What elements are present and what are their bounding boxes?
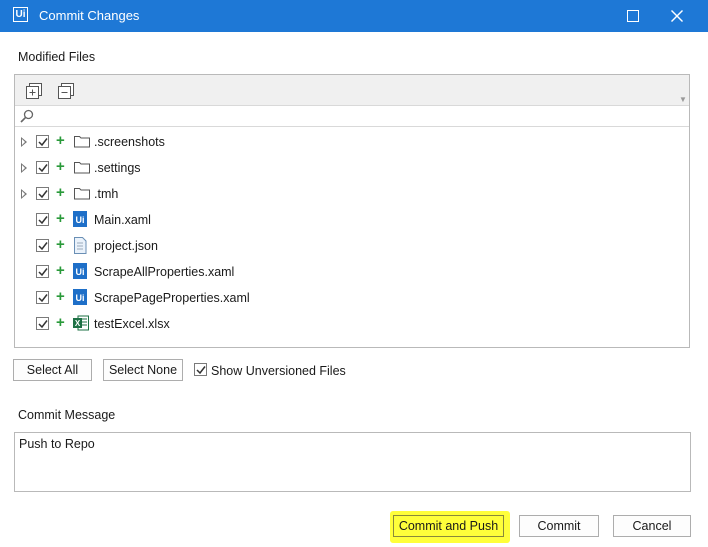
uipath-file-icon: Ui	[73, 211, 91, 229]
modified-files-panel: ▼ + .screenshots + .settings + .tmh + Ui Main.xa…	[14, 74, 690, 348]
files-toolbar: ▼	[15, 75, 689, 105]
added-plus-icon: +	[56, 132, 65, 149]
file-row[interactable]: + Ui ScrapeAllProperties.xaml	[15, 259, 689, 285]
file-row[interactable]: + .tmh	[15, 181, 689, 207]
title-bar: Ui Commit Changes	[0, 0, 708, 32]
select-none-button[interactable]: Select None	[103, 359, 183, 381]
commit-message-input[interactable]: Push to Repo	[14, 432, 691, 492]
file-row[interactable]: + project.json	[15, 233, 689, 259]
svg-text:Ui: Ui	[76, 215, 85, 225]
uipath-file-icon: Ui	[73, 289, 91, 307]
close-icon	[671, 10, 683, 22]
toolbar-overflow-icon[interactable]: ▼	[679, 95, 687, 104]
expand-arrow-icon[interactable]	[21, 137, 27, 147]
added-plus-icon: +	[56, 210, 65, 227]
file-checkbox[interactable]	[36, 291, 49, 304]
file-row[interactable]: + Ui ScrapePageProperties.xaml	[15, 285, 689, 311]
excel-file-icon: X	[73, 315, 91, 333]
svg-text:X: X	[75, 319, 81, 328]
file-checkbox[interactable]	[36, 265, 49, 278]
file-checkbox[interactable]	[36, 317, 49, 330]
file-name: project.json	[94, 239, 158, 253]
file-name: .tmh	[94, 187, 119, 201]
file-checkbox[interactable]	[36, 239, 49, 252]
search-row	[15, 105, 689, 127]
search-input[interactable]	[39, 107, 683, 127]
file-checkbox[interactable]	[36, 161, 49, 174]
file-row[interactable]: + .settings	[15, 155, 689, 181]
search-icon	[20, 109, 34, 123]
commit-and-push-button[interactable]: Commit and Push	[393, 515, 504, 537]
show-unversioned-checkbox[interactable]	[194, 363, 207, 376]
window-title: Commit Changes	[39, 8, 140, 23]
added-plus-icon: +	[56, 314, 65, 331]
folder-icon	[73, 185, 91, 203]
modified-files-label: Modified Files	[18, 50, 96, 64]
checkmark-icon	[196, 366, 206, 375]
folder-icon	[73, 133, 91, 151]
maximize-icon	[627, 10, 639, 22]
file-checkbox[interactable]	[36, 187, 49, 200]
file-name: Main.xaml	[94, 213, 151, 227]
uipath-file-icon: Ui	[73, 263, 91, 281]
file-row[interactable]: + .screenshots	[15, 129, 689, 155]
added-plus-icon: +	[56, 288, 65, 305]
file-row[interactable]: + Ui Main.xaml	[15, 207, 689, 233]
expand-all-icon	[26, 83, 42, 99]
file-name: .settings	[94, 161, 141, 175]
close-button[interactable]	[665, 4, 689, 28]
file-name: .screenshots	[94, 135, 165, 149]
added-plus-icon: +	[56, 158, 65, 175]
added-plus-icon: +	[56, 262, 65, 279]
file-checkbox[interactable]	[36, 135, 49, 148]
show-unversioned-label[interactable]: Show Unversioned Files	[211, 364, 346, 378]
expand-arrow-icon[interactable]	[21, 189, 27, 199]
expand-all-button[interactable]	[26, 83, 42, 99]
file-name: testExcel.xlsx	[94, 317, 170, 331]
added-plus-icon: +	[56, 236, 65, 253]
collapse-all-icon	[58, 83, 74, 99]
file-checkbox[interactable]	[36, 213, 49, 226]
file-name: ScrapeAllProperties.xaml	[94, 265, 235, 279]
commit-message-label: Commit Message	[18, 408, 116, 422]
commit-button[interactable]: Commit	[519, 515, 599, 537]
collapse-all-button[interactable]	[58, 83, 74, 99]
maximize-button[interactable]	[623, 6, 643, 26]
added-plus-icon: +	[56, 184, 65, 201]
file-name: ScrapePageProperties.xaml	[94, 291, 250, 305]
svg-text:Ui: Ui	[76, 293, 85, 303]
svg-text:Ui: Ui	[76, 267, 85, 277]
file-row[interactable]: + XtestExcel.xlsx	[15, 311, 689, 337]
expand-arrow-icon[interactable]	[21, 163, 27, 173]
uipath-logo-icon: Ui	[13, 7, 28, 22]
cancel-button[interactable]: Cancel	[613, 515, 691, 537]
select-all-button[interactable]: Select All	[13, 359, 92, 381]
json-file-icon	[73, 237, 91, 255]
folder-icon	[73, 159, 91, 177]
